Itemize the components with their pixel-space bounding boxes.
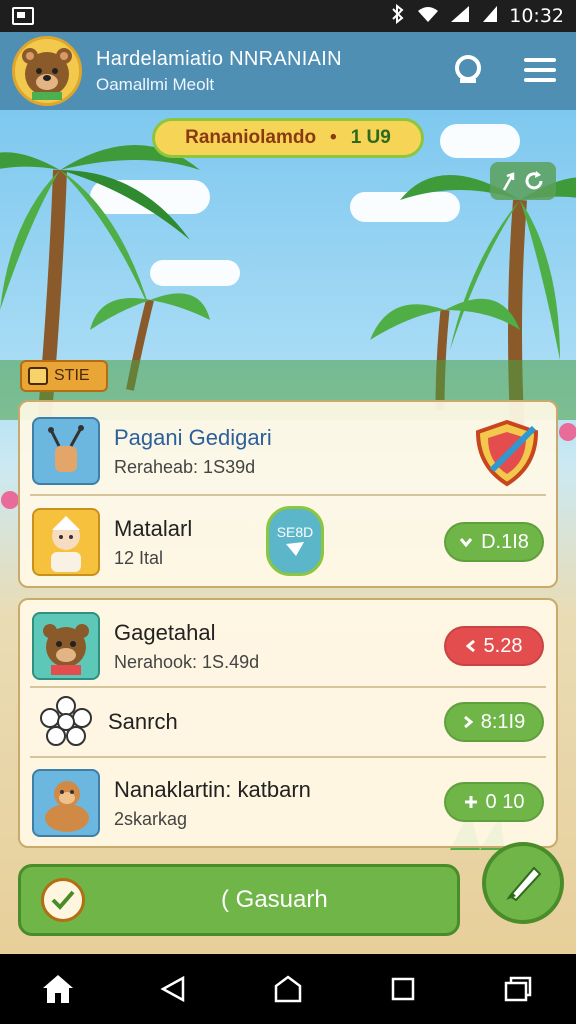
row-title: Matalarl <box>114 515 193 541</box>
pill-label: 5.28 <box>483 634 523 657</box>
center-badge[interactable]: SE8D <box>266 506 324 576</box>
tag-icon <box>28 367 48 385</box>
divider <box>30 494 546 496</box>
row-subtitle: 12 Ital <box>114 547 164 568</box>
character-avatar <box>32 508 100 576</box>
brush-icon <box>506 866 542 902</box>
back-button[interactable] <box>143 959 203 1019</box>
app-title: Hardelamiatio NNRANIAIN <box>96 47 342 70</box>
row-subtitle: Reraheab: 1S39d <box>114 456 256 477</box>
home-button[interactable] <box>28 959 88 1019</box>
row-subtitle: Nerahook: 1S.49d <box>114 651 260 672</box>
plus-icon <box>464 796 477 808</box>
status-bar: 10:32 <box>0 0 576 32</box>
app-subtitle: Oamallmi Meolt <box>96 74 215 94</box>
pill-label: 8:1I9 <box>480 710 526 733</box>
signal-icon <box>449 4 471 29</box>
bear-avatar-icon <box>22 48 72 100</box>
score-banner: Rananiolamdo • 1 U9 <box>152 118 424 158</box>
monkey-avatar <box>32 769 100 837</box>
chevron-left-icon <box>465 639 475 653</box>
pill-label: D.1I8 <box>481 530 529 553</box>
list-item[interactable]: Sanrch 8:1I9 <box>20 690 556 754</box>
score-value: 1 U9 <box>350 127 391 148</box>
windows-icon <box>505 976 532 1002</box>
shield-feather-icon[interactable] <box>472 418 542 493</box>
quest-card-bottom: Gagetahal Nerahook: 1S.49d 5.28 Sanrch 8… <box>18 598 558 848</box>
row-title: Pagani Gedigari <box>114 424 272 450</box>
brush-button[interactable] <box>482 842 564 924</box>
hand-tool-icon <box>32 417 100 485</box>
divider <box>30 756 546 758</box>
arrow-icon <box>286 542 304 556</box>
wifi-icon <box>417 5 439 28</box>
list-item[interactable]: Pagani Gedigari Reraheab: 1S39d <box>20 412 556 490</box>
bear-avatar <box>32 612 100 680</box>
site-tag-label: STIE <box>54 367 90 384</box>
row-title: Sanrch <box>108 709 178 734</box>
score-label: Rananiolamdo <box>185 127 317 148</box>
app-header: Hardelamiatio NNRANIAIN Oamallmi Meolt <box>0 32 576 110</box>
flower-icon <box>38 694 94 750</box>
battery-icon <box>481 4 499 29</box>
check-icon <box>41 878 85 922</box>
avatar[interactable] <box>12 36 82 106</box>
reward-pill[interactable]: 5.28 <box>444 626 544 666</box>
reward-pill[interactable]: D.1I8 <box>444 522 544 562</box>
bluetooth-icon <box>389 3 407 29</box>
quest-card-top: Pagani Gedigari Reraheab: 1S39d Matalarl… <box>18 400 558 588</box>
row-title: Gagetahal <box>114 619 216 645</box>
reward-pill[interactable]: 0 10 <box>444 782 544 822</box>
back-icon <box>160 975 185 1003</box>
row-subtitle: 2skarkag <box>114 808 188 829</box>
pill-label: 0 10 <box>485 790 525 813</box>
search-button[interactable] <box>446 48 490 92</box>
site-tag[interactable]: STIE <box>20 360 108 392</box>
system-nav-bar <box>0 954 576 1024</box>
search-action-button[interactable]: ( Gasuarh <box>18 864 460 936</box>
divider <box>30 686 546 688</box>
center-badge-label: SE8D <box>276 524 314 540</box>
list-item[interactable]: Gagetahal Nerahook: 1S.49d 5.28 <box>20 608 556 684</box>
chevron-down-icon <box>459 538 473 547</box>
refresh-button[interactable] <box>490 162 556 200</box>
list-item[interactable]: Matalarl 12 Ital SE8D D.1I8 <box>20 502 556 582</box>
chevron-right-icon <box>463 715 473 729</box>
home-circle-icon <box>274 975 302 1003</box>
main-button-label: ( Gasuarh <box>221 886 328 913</box>
refresh-icon <box>525 171 543 190</box>
recents-icon <box>391 977 415 1001</box>
reward-pill[interactable]: 8:1I9 <box>444 702 544 742</box>
list-item[interactable]: Nanaklartin: katbarn 2skarkag 0 10 <box>20 764 556 842</box>
home-circle-button[interactable] <box>258 959 318 1019</box>
menu-button[interactable] <box>518 48 562 92</box>
game-scene: Rananiolamdo • 1 U9 STIE Pagani Gedigari… <box>0 110 576 954</box>
windows-button[interactable] <box>488 959 548 1019</box>
clock: 10:32 <box>509 5 564 27</box>
home-icon <box>42 975 73 1003</box>
tool-icon <box>502 172 515 191</box>
menu-icon <box>524 58 556 82</box>
row-title: Nanaklartin: katbarn <box>114 776 311 802</box>
search-icon <box>455 55 481 83</box>
notification-icon <box>12 7 34 25</box>
recents-button[interactable] <box>373 959 433 1019</box>
score-separator: • <box>330 127 337 148</box>
